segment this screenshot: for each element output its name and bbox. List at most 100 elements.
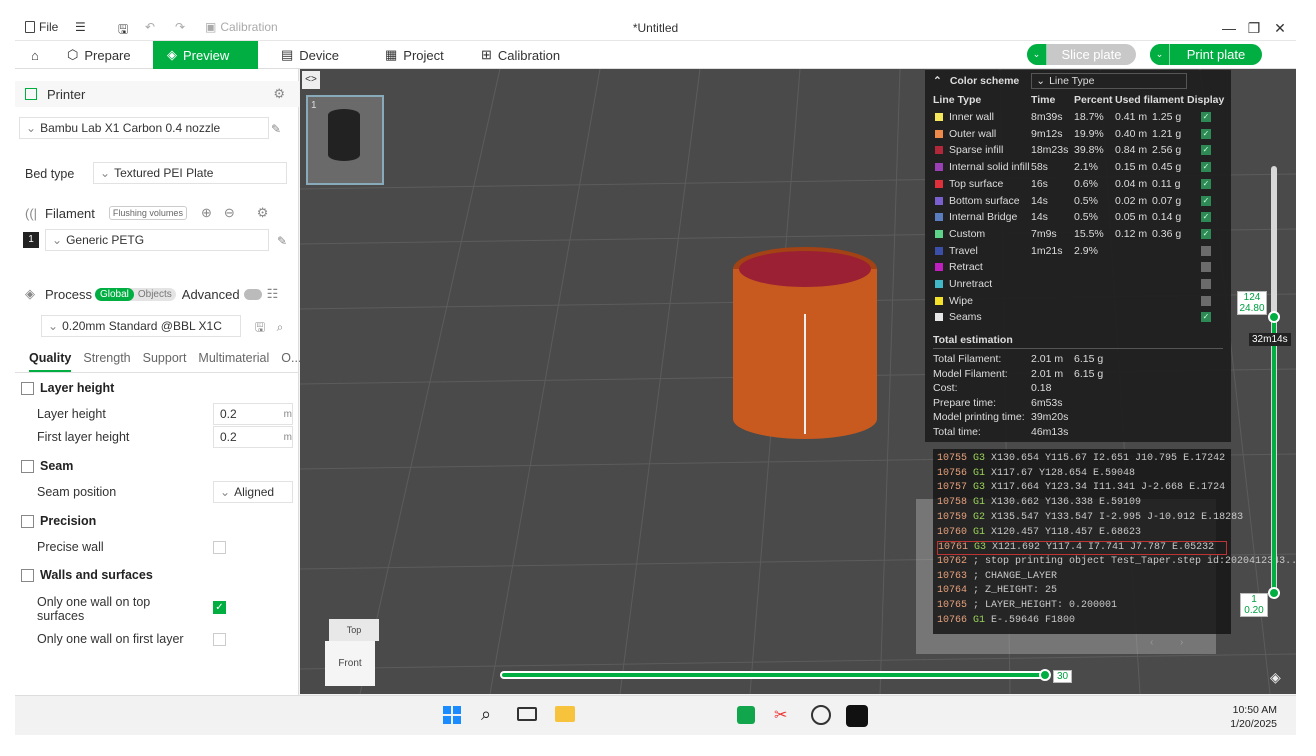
snipping-tool-icon[interactable]: ✂: [774, 705, 794, 725]
tab-multimaterial[interactable]: Multimaterial: [198, 351, 269, 372]
legend-row[interactable]: Seams ✓: [925, 309, 1231, 325]
file-menu[interactable]: File: [25, 20, 58, 34]
legend-row[interactable]: Top surface 16s 0.6% 0.04 m 0.11 g ✓: [925, 176, 1231, 192]
filament-header-label: Filament: [45, 205, 95, 221]
collapse-notification-button[interactable]: Collapse: [928, 637, 967, 648]
tab-others[interactable]: O...: [281, 351, 301, 372]
legend-row[interactable]: Wipe: [925, 293, 1231, 309]
display-checkbox[interactable]: [1201, 279, 1211, 289]
gcode-args: X117.67 Y128.654 E.59048: [991, 467, 1136, 479]
restore-button[interactable]: ❐: [1245, 19, 1263, 37]
filament-settings-icon[interactable]: ⚙: [257, 205, 269, 221]
bed-type-select[interactable]: ⌄ Textured PEI Plate: [93, 162, 287, 184]
one-wall-top-checkbox[interactable]: ✓: [213, 601, 226, 614]
layer-height-input[interactable]: 0.2 m: [213, 403, 293, 425]
task-view-icon[interactable]: [517, 707, 537, 721]
view-cube-front[interactable]: Front: [325, 641, 375, 686]
display-checkbox[interactable]: ✓: [1201, 312, 1211, 323]
process-list-icon[interactable]: ☷: [267, 286, 279, 302]
display-checkbox[interactable]: ✓: [1201, 162, 1211, 173]
legend-row[interactable]: Unretract: [925, 276, 1231, 292]
color-scheme-select[interactable]: ⌄ Line Type: [1031, 73, 1188, 89]
printer-select[interactable]: ⌄ Bambu Lab X1 Carbon 0.4 nozzle: [19, 117, 269, 139]
edit-printer-icon[interactable]: ✎: [269, 122, 283, 136]
plate-thumbnail[interactable]: 1: [306, 95, 384, 185]
estimation-row: Prepare time: 6m53s: [925, 395, 1231, 411]
layer-slider-bottom-knob[interactable]: [1268, 587, 1280, 599]
print-plate-button[interactable]: ⌄ Print plate: [1150, 44, 1262, 65]
next-notification-icon[interactable]: ›: [1180, 637, 1183, 648]
file-explorer-icon[interactable]: [555, 706, 575, 722]
tab-calibration[interactable]: ⊞ Calibration: [467, 41, 574, 69]
view-cube-top[interactable]: Top: [329, 619, 379, 641]
collapse-legend-icon[interactable]: ⌃: [933, 75, 942, 87]
layer-slider-top-knob[interactable]: [1268, 311, 1280, 323]
minimize-button[interactable]: —: [1220, 19, 1238, 37]
printer-settings-icon[interactable]: ⚙: [273, 86, 285, 102]
tab-quality[interactable]: Quality: [29, 351, 72, 372]
display-checkbox[interactable]: ✓: [1201, 212, 1211, 223]
move-slider-knob[interactable]: [1039, 669, 1051, 681]
process-profile-select[interactable]: ⌄ 0.20mm Standard @BBL X1C: [41, 315, 241, 337]
recorder-app-icon[interactable]: [811, 705, 831, 725]
display-checkbox[interactable]: [1201, 245, 1211, 256]
display-checkbox[interactable]: [1201, 295, 1211, 306]
legend-row[interactable]: Internal solid infill 58s 2.1% 0.15 m 0.45 g…: [925, 159, 1231, 175]
display-checkbox[interactable]: ✓: [1201, 195, 1211, 206]
slice-dropdown-icon[interactable]: ⌄: [1027, 44, 1047, 65]
prev-notification-icon[interactable]: ‹: [1150, 637, 1153, 648]
precise-wall-checkbox[interactable]: [213, 541, 226, 554]
add-filament-icon[interactable]: ⊕: [201, 205, 212, 221]
viewport-toggle-button[interactable]: <>: [302, 71, 320, 89]
tab-preview[interactable]: ◈ Preview: [153, 41, 258, 69]
legend-row[interactable]: Inner wall 8m39s 18.7% 0.41 m 1.25 g ✓: [925, 109, 1231, 125]
save-icon[interactable]: 🖫: [118, 20, 128, 41]
display-checkbox[interactable]: ✓: [1201, 145, 1211, 156]
spreadsheet-app-icon[interactable]: [737, 706, 755, 724]
remove-filament-icon[interactable]: ⊖: [224, 205, 235, 221]
legend-row[interactable]: Retract: [925, 259, 1231, 275]
legend-row[interactable]: Sparse infill 18m23s 39.8% 0.84 m 2.56 g ✓: [925, 142, 1231, 158]
display-checkbox[interactable]: ✓: [1201, 178, 1211, 189]
home-icon[interactable]: ⌂: [17, 41, 51, 69]
menu-icon[interactable]: ☰: [75, 20, 86, 34]
edit-filament-icon[interactable]: ✎: [275, 234, 289, 248]
display-checkbox[interactable]: ✓: [1201, 128, 1211, 139]
close-button[interactable]: ✕: [1271, 19, 1289, 37]
layers-stack-icon[interactable]: ◈: [1270, 669, 1281, 686]
redo-icon[interactable]: ↷: [175, 20, 185, 34]
global-toggle[interactable]: Global Objects: [94, 287, 176, 301]
first-layer-height-input[interactable]: 0.2 m: [213, 426, 293, 448]
start-icon[interactable]: [443, 706, 461, 724]
legend-row[interactable]: Outer wall 9m12s 19.9% 0.40 m 1.21 g ✓: [925, 126, 1231, 142]
search-icon[interactable]: ⌕: [481, 704, 491, 725]
advanced-switch[interactable]: [243, 288, 262, 300]
estimation-title: Total estimation: [933, 334, 1223, 349]
legend-row[interactable]: Custom 7m9s 15.5% 0.12 m 0.36 g ✓: [925, 226, 1231, 242]
slice-plate-button[interactable]: ⌄ Slice plate: [1027, 44, 1136, 65]
seam-position-select[interactable]: ⌄ Aligned: [213, 481, 293, 503]
tab-support[interactable]: Support: [143, 351, 187, 372]
tab-device[interactable]: ▤ Device: [267, 41, 353, 69]
display-checkbox[interactable]: [1201, 262, 1211, 273]
tab-prepare[interactable]: ⬡ Prepare: [53, 41, 145, 69]
print-dropdown-icon[interactable]: ⌄: [1150, 44, 1170, 65]
search-icon[interactable]: ⌕: [273, 320, 287, 334]
tab-strength[interactable]: Strength: [83, 351, 130, 372]
display-checkbox[interactable]: ✓: [1201, 228, 1211, 239]
save-profile-icon[interactable]: 🖫: [253, 320, 267, 334]
undo-icon[interactable]: ↶: [145, 20, 155, 34]
legend-row[interactable]: Travel 1m21s 2.9%: [925, 243, 1231, 259]
legend-row[interactable]: Internal Bridge 14s 0.5% 0.05 m 0.14 g ✓: [925, 209, 1231, 225]
move-slider-track[interactable]: [500, 671, 1048, 679]
view-cube[interactable]: Top Front: [325, 619, 380, 689]
flushing-volumes-button[interactable]: Flushing volumes: [108, 206, 187, 220]
calibration-menu[interactable]: ▣ Calibration: [205, 20, 278, 34]
tab-project[interactable]: ▦ Project: [371, 41, 458, 69]
one-wall-first-checkbox[interactable]: [213, 633, 226, 646]
bambu-studio-icon[interactable]: [846, 705, 868, 727]
one-wall-first-label: Only one wall on first layer: [37, 632, 184, 646]
legend-row[interactable]: Bottom surface 14s 0.5% 0.02 m 0.07 g ✓: [925, 193, 1231, 209]
display-checkbox[interactable]: ✓: [1201, 112, 1211, 122]
filament-select[interactable]: ⌄ Generic PETG: [45, 229, 269, 251]
